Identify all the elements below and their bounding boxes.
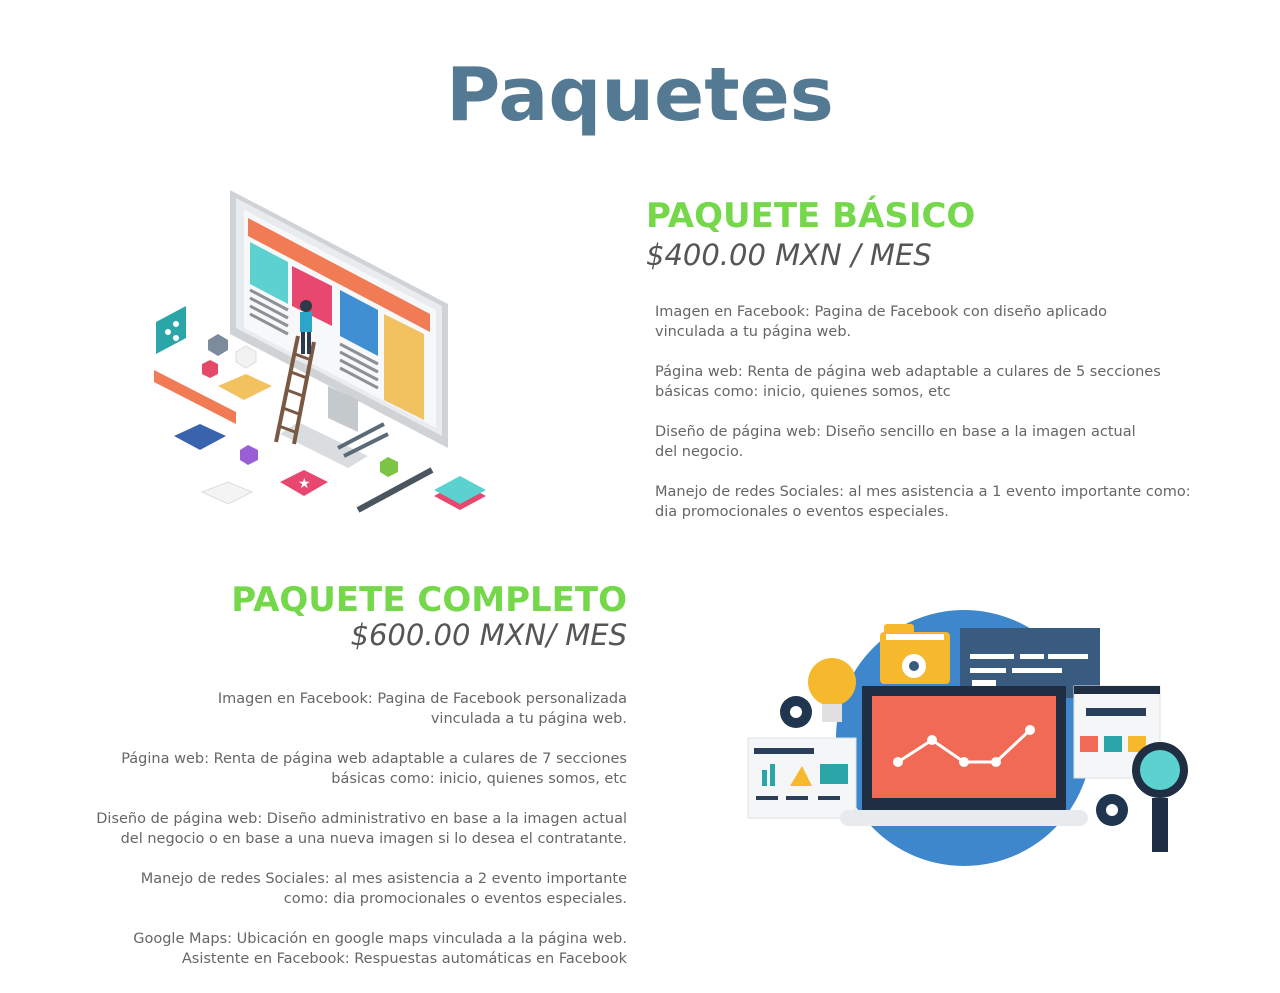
package-basic-feature-1: Imagen en Facebook: Pagina de Facebook c…: [655, 304, 1108, 340]
package-complete-title: PAQUETE COMPLETO: [231, 580, 627, 620]
web-design-illustration: ★: [154, 190, 486, 513]
package-basic-feature-3: Diseño de página web: Diseño sencillo en…: [655, 424, 1136, 460]
package-complete-feature-5: Google Maps: Ubicación en google maps vi…: [133, 931, 627, 967]
package-complete-feature-2: Página web: Renta de página web adaptabl…: [121, 751, 627, 787]
page-title: Paquetes: [446, 52, 834, 138]
package-basic-feature-2: Página web: Renta de página web adaptabl…: [655, 364, 1161, 400]
package-complete-feature-4: Manejo de redes Sociales: al mes asisten…: [140, 871, 627, 907]
package-complete-feature-3: Diseño de página web: Diseño administrat…: [96, 811, 627, 847]
package-basic-price: $400.00 MXN / MES: [646, 238, 932, 272]
package-complete-feature-1: Imagen en Facebook: Pagina de Facebook p…: [217, 691, 627, 727]
package-basic-title: PAQUETE BÁSICO: [646, 196, 976, 236]
analytics-dashboard-illustration: [747, 610, 1188, 866]
package-complete-price: $600.00 MXN/ MES: [350, 618, 627, 652]
package-basic-feature-4: Manejo de redes Sociales: al mes asisten…: [655, 484, 1191, 520]
svg-text:★: ★: [298, 476, 311, 492]
